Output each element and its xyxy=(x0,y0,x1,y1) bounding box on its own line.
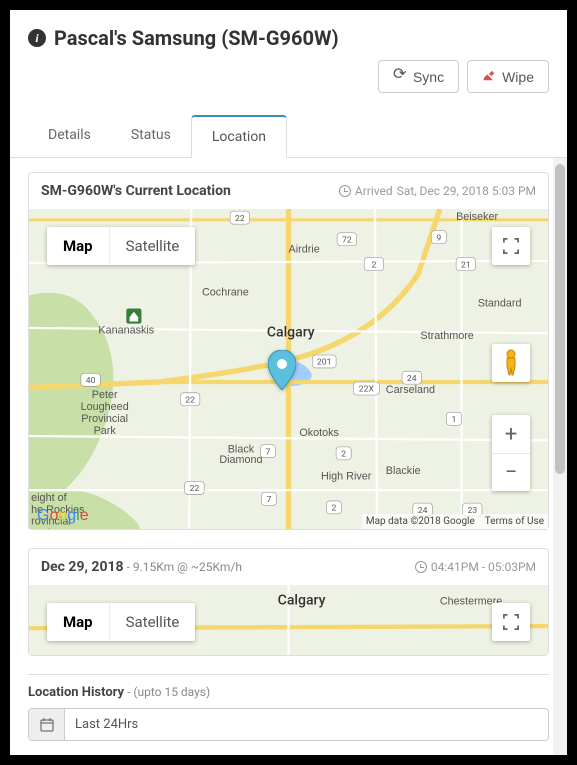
svg-text:2: 2 xyxy=(341,450,346,460)
fullscreen-button[interactable] xyxy=(492,603,530,641)
svg-text:72: 72 xyxy=(342,236,352,246)
terms-link[interactable]: Terms of Use xyxy=(485,516,544,527)
header-title-row: i Pascal's Samsung (SM-G960W) xyxy=(28,26,549,50)
current-location-header: SM-G960W's Current Location Arrived Sat,… xyxy=(29,173,548,209)
svg-text:7: 7 xyxy=(267,495,272,505)
svg-text:Airdrie: Airdrie xyxy=(289,243,320,255)
scrollbar-track xyxy=(553,158,567,755)
svg-text:High River: High River xyxy=(321,470,372,482)
history-entry-panel: Dec 29, 2018 - 9.15Km @ ~25Km/h 04:41PM … xyxy=(28,548,549,656)
zoom-controls: + − xyxy=(492,415,530,491)
wipe-button[interactable]: Wipe xyxy=(467,60,549,93)
zoom-out-button[interactable]: − xyxy=(492,453,530,491)
svg-text:Blackie: Blackie xyxy=(386,465,421,477)
current-location-title: SM-G960W's Current Location xyxy=(41,183,231,199)
svg-text:Okotoks: Okotoks xyxy=(299,427,339,439)
svg-text:2: 2 xyxy=(371,260,376,270)
svg-text:22: 22 xyxy=(190,484,200,494)
tabs: Details Status Location xyxy=(10,115,567,158)
calendar-icon xyxy=(29,709,65,740)
tab-details[interactable]: Details xyxy=(28,115,111,158)
svg-text:Calgary: Calgary xyxy=(278,592,326,608)
history-section: Location History - (upto 15 days) Last 2… xyxy=(28,674,549,741)
current-location-map[interactable]: Calgary Airdrie Cochrane Kananaskis Stra… xyxy=(29,209,548,529)
history-entry-header: Dec 29, 2018 - 9.15Km @ ~25Km/h 04:41PM … xyxy=(29,549,548,585)
svg-text:1: 1 xyxy=(452,415,457,425)
svg-text:21: 21 xyxy=(461,260,471,270)
history-entry-map[interactable]: Calgary Chestermere Map Satellite xyxy=(29,585,548,655)
device-panel: i Pascal's Samsung (SM-G960W) Sync Wipe … xyxy=(10,10,567,755)
content-area[interactable]: SM-G960W's Current Location Arrived Sat,… xyxy=(10,158,567,755)
svg-text:Strathmore: Strathmore xyxy=(420,330,473,342)
location-marker-icon xyxy=(268,350,296,394)
arrived-time: Sat, Dec 29, 2018 5:03 PM xyxy=(397,184,536,198)
svg-text:Calgary: Calgary xyxy=(267,325,315,341)
svg-text:201: 201 xyxy=(317,358,332,368)
map-type-selector: Map Satellite xyxy=(47,227,195,265)
svg-text:Cochrane: Cochrane xyxy=(202,287,249,299)
history-title: Location History - (upto 15 days) xyxy=(28,675,549,708)
history-entry-date: Dec 29, 2018 - 9.15Km @ ~25Km/h xyxy=(41,559,242,575)
sync-label: Sync xyxy=(413,69,444,85)
svg-text:Carseland: Carseland xyxy=(386,384,435,396)
map-attribution: Map data ©2018 Google Terms of Use xyxy=(362,514,548,529)
svg-text:22: 22 xyxy=(185,396,195,406)
attribution-text: Map data ©2018 Google xyxy=(366,516,475,527)
info-icon: i xyxy=(28,29,46,47)
tab-status[interactable]: Status xyxy=(111,115,191,158)
device-title: Pascal's Samsung (SM-G960W) xyxy=(54,26,339,50)
header: i Pascal's Samsung (SM-G960W) Sync Wipe xyxy=(10,10,567,103)
arrived-meta: Arrived Sat, Dec 29, 2018 5:03 PM xyxy=(339,184,536,198)
svg-text:Kananaskis: Kananaskis xyxy=(98,324,154,336)
map-type-selector: Map Satellite xyxy=(47,603,195,641)
arrived-prefix: Arrived xyxy=(355,184,393,198)
svg-text:22: 22 xyxy=(235,214,245,224)
wipe-label: Wipe xyxy=(502,69,534,85)
map-type-map[interactable]: Map xyxy=(47,603,109,641)
clock-icon xyxy=(415,561,427,573)
svg-text:9: 9 xyxy=(436,233,441,243)
clock-icon xyxy=(339,185,351,197)
history-entry-time: 04:41PM - 05:03PM xyxy=(415,560,536,574)
svg-text:2: 2 xyxy=(331,504,336,514)
map-type-map[interactable]: Map xyxy=(47,227,109,265)
fullscreen-button[interactable] xyxy=(492,227,530,265)
header-actions: Sync Wipe xyxy=(28,60,549,93)
svg-text:7: 7 xyxy=(266,447,271,457)
sync-icon xyxy=(393,70,407,84)
map-type-satellite[interactable]: Satellite xyxy=(109,227,196,265)
map-type-satellite[interactable]: Satellite xyxy=(109,603,196,641)
zoom-in-button[interactable]: + xyxy=(492,415,530,453)
svg-text:Beiseker: Beiseker xyxy=(456,211,498,223)
pegman-button[interactable] xyxy=(492,344,530,382)
svg-text:24: 24 xyxy=(407,374,417,384)
current-location-panel: SM-G960W's Current Location Arrived Sat,… xyxy=(28,172,549,530)
history-filter-value: Last 24Hrs xyxy=(65,709,548,740)
scrollbar-thumb[interactable] xyxy=(555,164,565,474)
tab-location[interactable]: Location xyxy=(191,115,287,158)
wipe-icon xyxy=(482,68,496,85)
history-filter-dropdown[interactable]: Last 24Hrs xyxy=(28,708,549,741)
google-logo: Google xyxy=(37,507,89,525)
svg-text:40: 40 xyxy=(86,376,96,386)
svg-text:22X: 22X xyxy=(359,385,375,395)
svg-text:Standard: Standard xyxy=(478,297,522,309)
sync-button[interactable]: Sync xyxy=(378,60,459,93)
